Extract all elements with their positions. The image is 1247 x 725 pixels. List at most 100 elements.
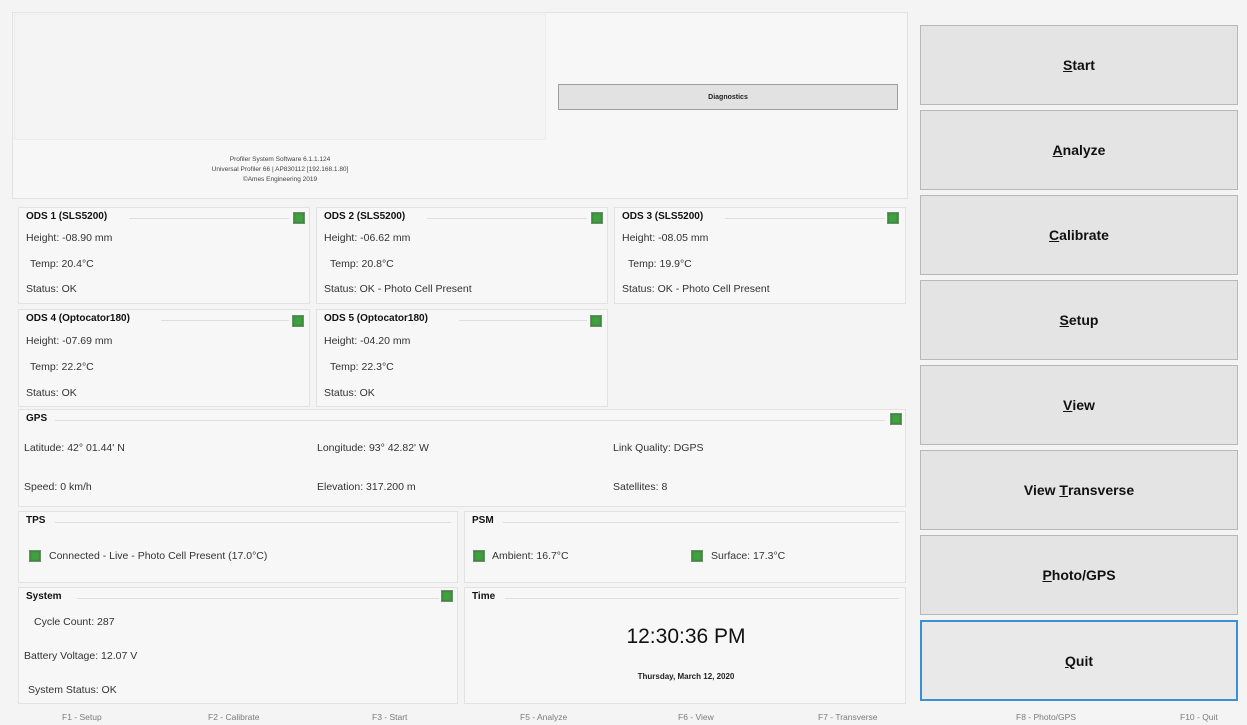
view-transverse-mnemonic: T xyxy=(1059,482,1068,498)
tps-title: TPS xyxy=(26,515,46,526)
quit-mnemonic: Q xyxy=(1065,652,1076,669)
ods-1-panel: ODS 1 (SLS5200) Height: -08.90 mm Temp: … xyxy=(18,207,310,304)
calibrate-button[interactable]: Calibrate xyxy=(920,195,1238,275)
divider xyxy=(55,420,885,421)
ods-4-status: Status: OK xyxy=(26,387,77,399)
ods-5-status-led xyxy=(590,315,602,327)
ods-4-title: ODS 4 (Optocator180) xyxy=(26,313,130,324)
ods-3-status: Status: OK - Photo Cell Present xyxy=(622,283,770,295)
psm-surface-led xyxy=(691,550,703,562)
ods-1-temp: Temp: 20.4°C xyxy=(30,258,94,270)
ods-3-height: Height: -08.05 mm xyxy=(622,232,709,244)
setup-mnemonic: S xyxy=(1059,312,1069,328)
psm-ambient-led xyxy=(473,550,485,562)
ods-5-temp: Temp: 22.3°C xyxy=(330,361,394,373)
view-transverse-prefix: View xyxy=(1023,482,1060,498)
photo-gps-button[interactable]: Photo/GPS xyxy=(920,535,1238,615)
fkey-transverse[interactable]: F7 - Transverse xyxy=(818,712,878,722)
system-battery-voltage: Battery Voltage: 12.07 V xyxy=(24,650,138,662)
time-title: Time xyxy=(472,591,496,602)
divider xyxy=(459,320,587,321)
gps-latitude: Latitude: 42° 01.44' N xyxy=(24,442,125,454)
photo-gps-label: hoto/GPS xyxy=(1051,567,1116,583)
divider xyxy=(427,218,587,219)
divider xyxy=(55,522,451,523)
fkey-calibrate[interactable]: F2 - Calibrate xyxy=(208,712,260,722)
ods-3-status-led xyxy=(887,212,899,224)
ods-2-height: Height: -06.62 mm xyxy=(324,232,411,244)
analyze-label: nalyze xyxy=(1062,142,1106,158)
calibrate-mnemonic: C xyxy=(1049,227,1060,243)
ods-1-status: Status: OK xyxy=(26,283,77,295)
fkey-photo-gps[interactable]: F8 - Photo/GPS xyxy=(1016,712,1076,722)
system-status: System Status: OK xyxy=(28,684,117,696)
ods-2-status-led xyxy=(591,212,603,224)
psm-ambient: Ambient: 16.7°C xyxy=(492,550,569,562)
ods-3-panel: ODS 3 (SLS5200) Height: -08.05 mm Temp: … xyxy=(614,207,906,304)
divider xyxy=(77,598,439,599)
psm-panel: PSM Ambient: 16.7°C Surface: 17.3°C xyxy=(464,511,906,583)
view-label: iew xyxy=(1072,397,1095,413)
fkey-analyze[interactable]: F5 - Analyze xyxy=(520,712,567,722)
ods-4-temp: Temp: 22.2°C xyxy=(30,361,94,373)
fkey-start[interactable]: F3 - Start xyxy=(372,712,407,722)
time-date: Thursday, March 12, 2020 xyxy=(637,672,735,681)
ods-1-title: ODS 1 (SLS5200) xyxy=(26,211,108,222)
system-cycle-count: Cycle Count: 287 xyxy=(34,616,115,628)
view-transverse-button[interactable]: View Transverse xyxy=(920,450,1238,530)
analyze-button[interactable]: Analyze xyxy=(920,110,1238,190)
fkey-quit[interactable]: F10 - Quit xyxy=(1180,712,1218,722)
ods-4-status-led xyxy=(292,315,304,327)
tps-status: Connected - Live - Photo Cell Present (1… xyxy=(49,550,268,562)
version-line-2: Universal Profiler 66 | AP830112 [192.16… xyxy=(211,166,349,173)
tps-status-led xyxy=(29,550,41,562)
psm-surface: Surface: 17.3°C xyxy=(711,550,786,562)
system-panel: System Cycle Count: 287 Battery Voltage:… xyxy=(18,587,458,704)
quit-label: uit xyxy=(1075,652,1093,669)
divider xyxy=(129,218,289,219)
version-line-1: Profiler System Software 6.1.1.124 xyxy=(229,156,331,163)
start-button[interactable]: Start xyxy=(920,25,1238,105)
fkey-view[interactable]: F6 - View xyxy=(678,712,714,722)
view-transverse-label: ransverse xyxy=(1067,482,1135,498)
ods-2-status: Status: OK - Photo Cell Present xyxy=(324,283,472,295)
gps-link-quality: Link Quality: DGPS xyxy=(613,442,704,454)
system-status-led xyxy=(441,590,453,602)
fkey-setup[interactable]: F1 - Setup xyxy=(62,712,102,722)
gps-satellites: Satellites: 8 xyxy=(613,481,668,493)
ods-2-panel: ODS 2 (SLS5200) Height: -06.62 mm Temp: … xyxy=(316,207,608,304)
divider xyxy=(161,320,289,321)
ods-1-height: Height: -08.90 mm xyxy=(26,232,113,244)
start-mnemonic: S xyxy=(1063,57,1073,73)
diagnostics-button[interactable]: Diagnostics xyxy=(558,84,898,110)
setup-label: etup xyxy=(1068,312,1099,328)
ods-3-temp: Temp: 19.9°C xyxy=(628,258,692,270)
view-button[interactable]: View xyxy=(920,365,1238,445)
ods-2-temp: Temp: 20.8°C xyxy=(330,258,394,270)
gps-status-led xyxy=(890,413,902,425)
tps-panel: TPS Connected - Live - Photo Cell Presen… xyxy=(18,511,458,583)
setup-button[interactable]: Setup xyxy=(920,280,1238,360)
ods-4-panel: ODS 4 (Optocator180) Height: -07.69 mm T… xyxy=(18,309,310,407)
ods-5-panel: ODS 5 (Optocator180) Height: -04.20 mm T… xyxy=(316,309,608,407)
divider xyxy=(505,598,899,599)
header-inner-panel xyxy=(14,14,546,140)
analyze-mnemonic: A xyxy=(1052,142,1063,158)
version-line-3: ©Ames Engineering 2019 xyxy=(242,176,318,183)
view-mnemonic: V xyxy=(1063,397,1073,413)
ods-5-status: Status: OK xyxy=(324,387,375,399)
gps-panel: GPS Latitude: 42° 01.44' N Longitude: 93… xyxy=(18,409,906,507)
system-title: System xyxy=(26,591,62,602)
photo-gps-mnemonic: P xyxy=(1042,567,1052,583)
divider xyxy=(503,522,899,523)
quit-button[interactable]: Quit xyxy=(920,620,1238,701)
calibrate-label: alibrate xyxy=(1059,227,1109,243)
time-clock: 12:30:36 PM xyxy=(626,625,746,648)
start-label: tart xyxy=(1072,57,1095,73)
ods-5-title: ODS 5 (Optocator180) xyxy=(324,313,428,324)
gps-elevation: Elevation: 317.200 m xyxy=(317,481,416,493)
psm-title: PSM xyxy=(472,515,494,526)
ods-2-title: ODS 2 (SLS5200) xyxy=(324,211,406,222)
ods-5-height: Height: -04.20 mm xyxy=(324,335,411,347)
ods-4-height: Height: -07.69 mm xyxy=(26,335,113,347)
